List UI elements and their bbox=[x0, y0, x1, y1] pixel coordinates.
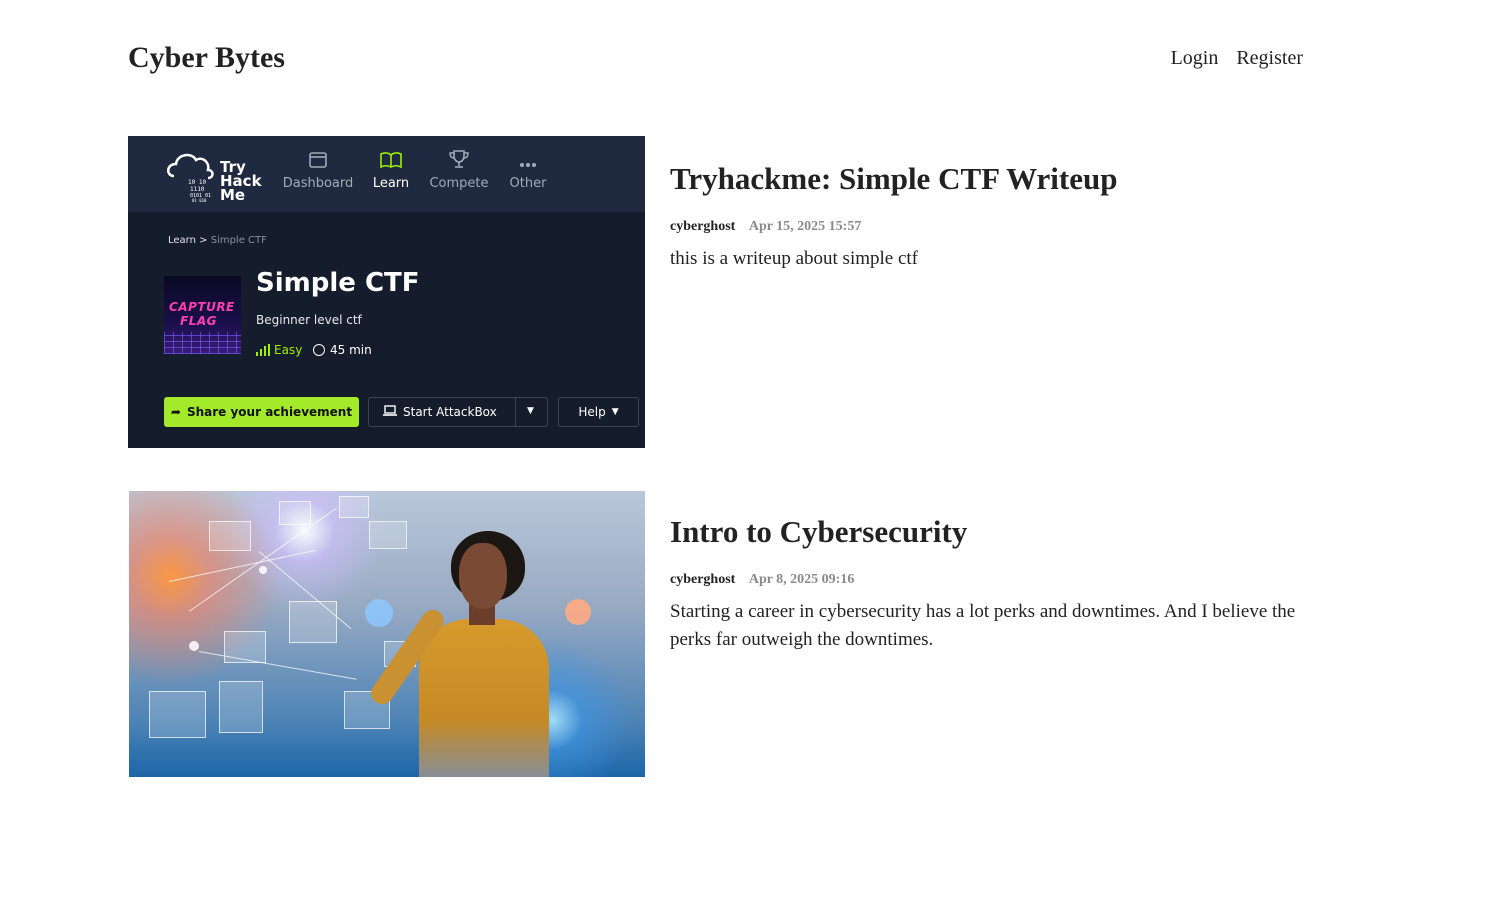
post-thumbnail[interactable]: 10 10 1110 0101 01 01 010 Try Hack Me Da… bbox=[128, 136, 645, 448]
post-meta: cyberghost Apr 8, 2025 09:16 bbox=[670, 572, 1310, 588]
post-author[interactable]: cyberghost bbox=[670, 219, 735, 234]
thm-help-button: Help ▼ bbox=[558, 397, 639, 427]
room-art-line: CAPTURE bbox=[169, 300, 235, 314]
thm-nav-compete: Compete bbox=[419, 150, 499, 191]
person-body bbox=[419, 619, 549, 777]
top-nav: Login Register bbox=[1171, 47, 1303, 70]
post-body: Tryhackme: Simple CTF Writeup cyberghost… bbox=[670, 136, 1310, 273]
caret-down-icon: ▼ bbox=[527, 406, 534, 416]
thm-nav-label: Compete bbox=[429, 176, 489, 191]
post-meta: cyberghost Apr 15, 2025 15:57 bbox=[670, 219, 1310, 235]
share-label: Share your achievement bbox=[186, 405, 353, 419]
retro-grid bbox=[164, 332, 241, 354]
post-card: 10 10 1110 0101 01 01 010 Try Hack Me Da… bbox=[128, 136, 1303, 448]
person-face bbox=[459, 543, 507, 609]
tryhackme-screenshot: 10 10 1110 0101 01 01 010 Try Hack Me Da… bbox=[128, 136, 645, 448]
network-line bbox=[198, 651, 357, 680]
laptop-icon bbox=[383, 405, 397, 419]
hologram-panel bbox=[339, 496, 369, 518]
bokeh-dot bbox=[259, 566, 267, 574]
difficulty-label: Easy bbox=[274, 343, 303, 357]
svg-text:10 10: 10 10 bbox=[188, 179, 206, 186]
cyber-woman-photo bbox=[129, 491, 645, 777]
ellipsis-icon bbox=[488, 150, 568, 176]
hologram-panel bbox=[279, 501, 311, 525]
post-date: Apr 15, 2025 15:57 bbox=[748, 219, 862, 235]
brand-line: Me bbox=[220, 186, 246, 204]
register-link[interactable]: Register bbox=[1236, 47, 1303, 70]
post-thumbnail[interactable] bbox=[129, 491, 645, 777]
attackbox-label: Start AttackBox bbox=[403, 405, 497, 419]
breadcrumb-separator: > bbox=[199, 235, 208, 246]
hologram-panel bbox=[369, 521, 407, 549]
thm-breadcrumb: Learn > Simple CTF bbox=[168, 235, 267, 246]
site-logo[interactable]: Cyber Bytes bbox=[128, 41, 285, 75]
thm-share-button: ➦ Share your achievement bbox=[164, 397, 359, 427]
post-date: Apr 8, 2025 09:16 bbox=[748, 572, 855, 588]
thm-nav-label: Other bbox=[509, 176, 547, 191]
thm-nav-label: Learn bbox=[372, 176, 410, 191]
site-header: Cyber Bytes Login Register bbox=[128, 38, 1303, 78]
post-title[interactable]: Tryhackme: Simple CTF Writeup bbox=[670, 160, 1310, 197]
thm-difficulty: Easy bbox=[256, 343, 302, 357]
post-body: Intro to Cybersecurity cyberghost Apr 8,… bbox=[670, 491, 1310, 654]
window-icon bbox=[278, 150, 358, 176]
thm-topbar: 10 10 1110 0101 01 01 010 Try Hack Me Da… bbox=[128, 136, 645, 212]
network-line bbox=[168, 549, 316, 582]
breadcrumb-current: Simple CTF bbox=[210, 235, 267, 246]
hologram-panel bbox=[289, 601, 337, 643]
thm-nav-other: Other bbox=[488, 150, 568, 191]
capture-the-flag-art: CAPTURE FLAG bbox=[164, 276, 241, 354]
hologram-panel bbox=[149, 691, 206, 738]
post-card: Intro to Cybersecurity cyberghost Apr 8,… bbox=[128, 491, 1303, 777]
hologram-panel bbox=[219, 681, 263, 733]
thm-room-description: Beginner level ctf bbox=[256, 313, 362, 327]
help-label: Help bbox=[578, 405, 606, 419]
room-art-line: FLAG bbox=[180, 314, 217, 328]
thm-brand-text: Try Hack Me bbox=[220, 160, 262, 204]
thm-duration: 45 min bbox=[313, 343, 372, 357]
post-excerpt: this is a writeup about simple ctf bbox=[670, 248, 919, 270]
clock-icon bbox=[313, 344, 325, 356]
caret-down-icon: ▼ bbox=[611, 407, 619, 417]
post-author[interactable]: cyberghost bbox=[670, 572, 735, 587]
bokeh-dot bbox=[565, 599, 591, 625]
duration-label: 45 min bbox=[330, 343, 372, 357]
thm-room-title: Simple CTF bbox=[256, 268, 420, 298]
signal-bars-icon bbox=[256, 344, 270, 356]
share-icon: ➦ bbox=[170, 405, 181, 419]
svg-text:1110: 1110 bbox=[190, 186, 205, 193]
svg-text:01 010: 01 010 bbox=[192, 198, 207, 203]
thm-attackbox-button: Start AttackBox ▼ bbox=[368, 397, 548, 427]
thm-nav-dashboard: Dashboard bbox=[278, 150, 358, 191]
post-excerpt: Starting a career in cybersecurity has a… bbox=[670, 601, 1296, 651]
trophy-icon bbox=[419, 150, 499, 176]
page: Cyber Bytes Login Register 10 10 1110 01… bbox=[0, 0, 1501, 899]
login-link[interactable]: Login bbox=[1171, 47, 1219, 70]
button-divider bbox=[515, 398, 516, 426]
bokeh-dot bbox=[365, 599, 393, 627]
bokeh-dot bbox=[189, 641, 199, 651]
hologram-panel bbox=[209, 521, 251, 551]
thm-nav-label: Dashboard bbox=[282, 176, 354, 191]
breadcrumb-root: Learn bbox=[168, 235, 196, 246]
post-title[interactable]: Intro to Cybersecurity bbox=[670, 513, 1310, 550]
